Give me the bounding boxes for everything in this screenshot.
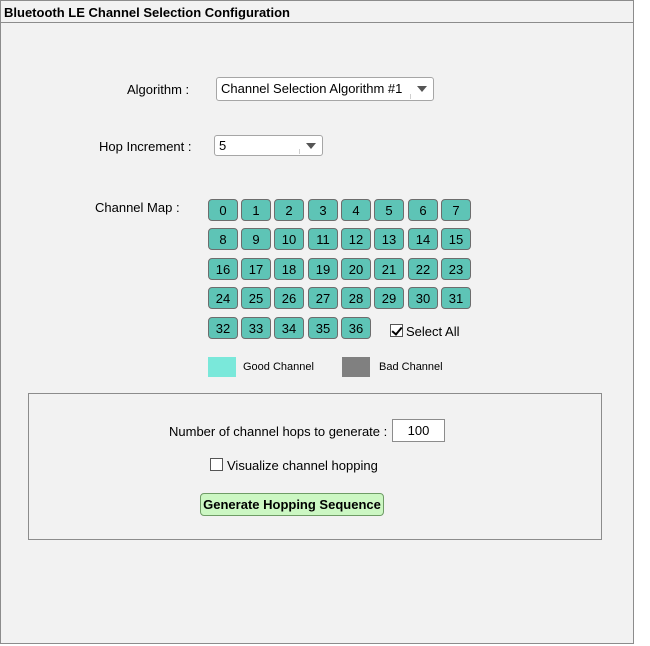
channel-button[interactable]: 7 bbox=[441, 199, 471, 221]
channel-button[interactable]: 10 bbox=[274, 228, 304, 250]
channel-button[interactable]: 22 bbox=[408, 258, 438, 280]
channel-button[interactable]: 23 bbox=[441, 258, 471, 280]
channel-button[interactable]: 34 bbox=[274, 317, 304, 339]
channel-button[interactable]: 17 bbox=[241, 258, 271, 280]
visualize-checkbox[interactable] bbox=[210, 458, 223, 471]
channel-map-label: Channel Map : bbox=[95, 200, 180, 215]
bad-channel-swatch bbox=[342, 357, 370, 377]
channel-button[interactable]: 15 bbox=[441, 228, 471, 250]
channel-button[interactable]: 31 bbox=[441, 287, 471, 309]
generate-button[interactable]: Generate Hopping Sequence bbox=[200, 493, 384, 516]
channel-button[interactable]: 14 bbox=[408, 228, 438, 250]
channel-button[interactable]: 28 bbox=[341, 287, 371, 309]
channel-button[interactable]: 25 bbox=[241, 287, 271, 309]
channel-button[interactable]: 27 bbox=[308, 287, 338, 309]
hops-label: Number of channel hops to generate : bbox=[169, 424, 388, 439]
checkmark-icon bbox=[391, 324, 403, 336]
channel-button[interactable]: 21 bbox=[374, 258, 404, 280]
channel-button[interactable]: 12 bbox=[341, 228, 371, 250]
hops-input[interactable]: 100 bbox=[392, 419, 445, 442]
channel-button[interactable]: 30 bbox=[408, 287, 438, 309]
channel-button[interactable]: 13 bbox=[374, 228, 404, 250]
channel-button[interactable]: 0 bbox=[208, 199, 238, 221]
channel-button[interactable]: 11 bbox=[308, 228, 338, 250]
channel-button[interactable]: 1 bbox=[241, 199, 271, 221]
good-channel-label: Good Channel bbox=[243, 361, 314, 373]
algorithm-value: Channel Selection Algorithm #1 bbox=[221, 81, 403, 96]
hop-increment-dropdown[interactable]: 5 bbox=[214, 135, 323, 156]
channel-button[interactable]: 6 bbox=[408, 199, 438, 221]
channel-button[interactable]: 24 bbox=[208, 287, 238, 309]
algorithm-dropdown[interactable]: Channel Selection Algorithm #1 bbox=[216, 77, 434, 101]
channel-button[interactable]: 29 bbox=[374, 287, 404, 309]
chevron-down-icon bbox=[306, 143, 316, 149]
title-bar: Bluetooth LE Channel Selection Configura… bbox=[1, 1, 633, 23]
channel-button[interactable]: 33 bbox=[241, 317, 271, 339]
hop-increment-value: 5 bbox=[219, 138, 227, 153]
channel-button[interactable]: 18 bbox=[274, 258, 304, 280]
channel-button[interactable]: 3 bbox=[308, 199, 338, 221]
channel-button[interactable]: 26 bbox=[274, 287, 304, 309]
channel-button[interactable]: 4 bbox=[341, 199, 371, 221]
channel-button[interactable]: 32 bbox=[208, 317, 238, 339]
hop-increment-label: Hop Increment : bbox=[99, 139, 192, 154]
chevron-down-icon bbox=[417, 86, 427, 92]
channel-button[interactable]: 19 bbox=[308, 258, 338, 280]
channel-button[interactable]: 5 bbox=[374, 199, 404, 221]
channel-button[interactable]: 9 bbox=[241, 228, 271, 250]
channel-button[interactable]: 2 bbox=[274, 199, 304, 221]
good-channel-swatch bbox=[208, 357, 236, 377]
bad-channel-label: Bad Channel bbox=[379, 361, 443, 373]
dropdown-divider bbox=[299, 149, 300, 154]
visualize-label: Visualize channel hopping bbox=[227, 458, 378, 473]
channel-button[interactable]: 20 bbox=[341, 258, 371, 280]
select-all-checkbox[interactable] bbox=[390, 324, 403, 337]
window-title: Bluetooth LE Channel Selection Configura… bbox=[4, 5, 290, 20]
algorithm-label: Algorithm : bbox=[127, 82, 190, 97]
channel-button[interactable]: 36 bbox=[341, 317, 371, 339]
select-all-label: Select All bbox=[406, 324, 460, 339]
channel-button[interactable]: 8 bbox=[208, 228, 238, 250]
dropdown-divider bbox=[410, 94, 411, 99]
channel-button[interactable]: 35 bbox=[308, 317, 338, 339]
channel-button[interactable]: 16 bbox=[208, 258, 238, 280]
